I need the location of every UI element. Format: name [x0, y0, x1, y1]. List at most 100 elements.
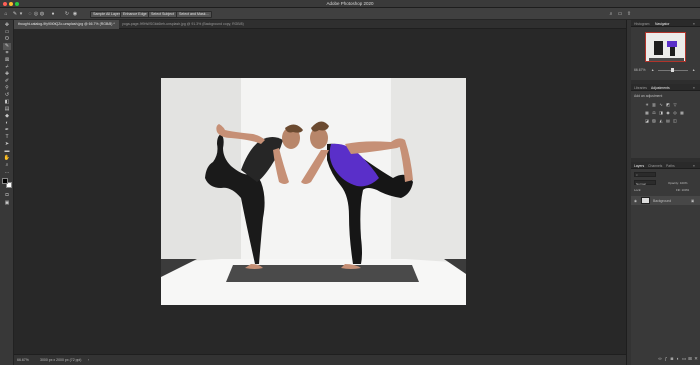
channel-mixer-icon[interactable]: ◎ — [672, 110, 678, 115]
levels-icon[interactable]: ▥ — [651, 102, 657, 107]
layer-name[interactable]: Background — [653, 199, 671, 203]
tab-navigator[interactable]: Navigator — [655, 22, 670, 26]
visibility-eye-icon[interactable]: ◉ — [634, 199, 637, 203]
navigator-panel-tabs: Histogram Navigator ≡ — [631, 20, 700, 27]
foreground-color-swatch[interactable] — [2, 178, 8, 184]
enhance-edge-checkbox[interactable]: Enhance Edge — [120, 10, 150, 18]
dodge-tool-icon[interactable]: ◐ — [3, 120, 11, 127]
select-and-mask-button[interactable]: Select and Mask... — [176, 10, 212, 18]
document-tab-bar: thought-catalog-9fy90i0tQZo-unsplash.jpg… — [14, 20, 626, 29]
tab-channels[interactable]: Channels — [648, 164, 662, 168]
path-selection-tool-icon[interactable]: ➤ — [3, 141, 11, 148]
tab-libraries[interactable]: Libraries — [634, 86, 647, 90]
quick-mask-icon[interactable]: ◘ — [3, 192, 11, 199]
panel-menu-icon[interactable]: ≡ — [693, 164, 695, 168]
selective-color-icon[interactable]: ◫ — [672, 118, 678, 123]
thumbnail-figure-right-legs — [670, 47, 675, 56]
type-tool-icon[interactable]: T — [3, 134, 11, 141]
brightness-contrast-icon[interactable]: ☀ — [644, 102, 650, 107]
brush-angle-icon[interactable]: ↻ — [64, 11, 70, 17]
title-bar: Adobe Photoshop 2020 — [0, 0, 700, 8]
healing-brush-tool-icon[interactable]: ✚ — [3, 71, 11, 78]
color-lookup-icon[interactable]: ▦ — [679, 110, 685, 115]
panel-menu-icon[interactable]: ≡ — [693, 22, 695, 26]
clone-stamp-tool-icon[interactable]: ⚲ — [3, 85, 11, 92]
subtract-from-selection-icon[interactable]: ◍ — [39, 11, 45, 17]
brush-size-icon[interactable]: ● — [50, 11, 56, 17]
blend-mode-value: Normal — [636, 181, 646, 186]
lasso-tool-icon[interactable]: ʘ — [3, 36, 11, 43]
more-tools-icon[interactable]: … — [3, 169, 11, 176]
history-brush-tool-icon[interactable]: ↺ — [3, 92, 11, 99]
quick-selection-tool-icon[interactable]: ✎ — [3, 43, 11, 50]
adjustments-panel-tabs: Libraries Adjustments ≡ — [631, 84, 700, 91]
frame-tool-icon[interactable]: ⊠ — [3, 57, 11, 64]
thumbnail-figure-left — [654, 41, 663, 55]
photo-filter-icon[interactable]: ◉ — [665, 110, 671, 115]
select-subject-button[interactable]: Select Subject — [148, 10, 177, 18]
vibrance-icon[interactable]: ▽ — [672, 102, 678, 107]
tab-layers[interactable]: Layers — [634, 164, 644, 168]
tab-histogram[interactable]: Histogram — [634, 22, 649, 26]
document-info[interactable]: 3000 px x 2000 px (72 ppi) — [40, 358, 81, 362]
search-icon[interactable]: ⌕ — [608, 11, 614, 17]
rectangle-tool-icon[interactable]: ▬ — [3, 148, 11, 155]
move-tool-icon[interactable]: ✥ — [3, 22, 11, 29]
navigator-thumbnail[interactable] — [645, 32, 686, 62]
trash-icon[interactable]: ✕ — [693, 356, 699, 362]
document-tab-active[interactable]: thought-catalog-9fy90i0tQZo-unsplash.jpg… — [14, 20, 119, 29]
chevron-down-icon[interactable]: ▾ — [18, 11, 24, 17]
pen-tool-icon[interactable]: ✒ — [3, 127, 11, 134]
eyedropper-tool-icon[interactable]: ⌿ — [3, 64, 11, 71]
screen-mode-icon[interactable]: ▣ — [3, 200, 11, 207]
options-bar: ⌂ ✎ ▾ ◌ ◎ ◍ ● ↻ ◉ Sample All Layers Enha… — [0, 8, 700, 20]
threshold-icon[interactable]: ◭ — [658, 118, 664, 123]
home-icon[interactable]: ⌂ — [3, 11, 9, 17]
layers-panel-tabs: Layers Channels Paths ≡ — [631, 162, 700, 169]
zoom-slider-handle[interactable] — [671, 68, 674, 72]
zoom-in-icon[interactable]: ▲ — [692, 68, 695, 72]
color-balance-icon[interactable]: ⚖ — [651, 110, 657, 115]
gradient-tool-icon[interactable]: ▤ — [3, 106, 11, 113]
tab-adjustments[interactable]: Adjustments — [651, 86, 670, 90]
workspace-icon[interactable]: ▭ — [617, 11, 623, 17]
blur-tool-icon[interactable]: ◆ — [3, 113, 11, 120]
right-panels: Histogram Navigator ≡ 66.67% ▲ ▲ Librari… — [631, 20, 700, 365]
share-icon[interactable]: ⇪ — [626, 11, 632, 17]
gradient-map-icon[interactable]: ▤ — [665, 118, 671, 123]
posterize-icon[interactable]: ▨ — [651, 118, 657, 123]
crop-tool-icon[interactable]: ⌗ — [3, 50, 11, 57]
hand-tool-icon[interactable]: ✋ — [3, 155, 11, 162]
document-tab[interactable]: yoga-page-9f9hWSGkk6ieh-unsplash.jpg @ 9… — [118, 20, 248, 29]
lock-label: Lock: — [634, 188, 642, 192]
pressure-icon[interactable]: ◉ — [72, 11, 78, 17]
exposure-icon[interactable]: ◩ — [665, 102, 671, 107]
fill-control[interactable]: Fill: 100% — [676, 188, 689, 192]
blend-mode-select[interactable]: Normal — [634, 180, 656, 186]
curves-icon[interactable]: ∿ — [658, 102, 664, 107]
canvas-area[interactable] — [14, 29, 626, 354]
black-white-icon[interactable]: ◨ — [658, 110, 664, 115]
layer-row[interactable]: ◉ Background ▣ — [631, 196, 700, 205]
filter-search-icon: ⌕ — [636, 172, 638, 177]
chevron-right-icon[interactable]: › — [88, 358, 89, 362]
lock-icon: ▣ — [691, 198, 695, 203]
hue-saturation-icon[interactable]: ▦ — [644, 110, 650, 115]
marquee-tool-icon[interactable]: ▭ — [3, 29, 11, 36]
panel-menu-icon[interactable]: ≡ — [693, 86, 695, 90]
tab-paths[interactable]: Paths — [666, 164, 675, 168]
zoom-readout[interactable]: 66.67% — [17, 358, 29, 362]
window-title: Adobe Photoshop 2020 — [326, 1, 374, 6]
document-canvas[interactable] — [161, 78, 466, 305]
adjustments-panel: Add an adjustment ☀ ▥ ∿ ◩ ▽ ▦ ⚖ ◨ ◉ ◎ ▦ … — [631, 91, 700, 158]
eraser-tool-icon[interactable]: ◧ — [3, 99, 11, 106]
yoga-photo — [161, 78, 466, 305]
navigator-zoom-value[interactable]: 66.67% — [634, 68, 646, 72]
tools-panel: ✥ ▭ ʘ ✎ ⌗ ⊠ ⌿ ✚ ✐ ⚲ ↺ ◧ ▤ ◆ ◐ ✒ T ➤ ▬ ✋ … — [0, 20, 14, 365]
brush-tool-icon[interactable]: ✐ — [3, 78, 11, 85]
opacity-control[interactable]: Opacity: 100% — [668, 181, 688, 185]
zoom-tool-icon[interactable]: ⌕ — [3, 162, 11, 169]
invert-icon[interactable]: ◪ — [644, 118, 650, 123]
zoom-out-icon[interactable]: ▲ — [651, 68, 654, 72]
status-bar: 66.67% 3000 px x 2000 px (72 ppi) › — [14, 354, 626, 365]
